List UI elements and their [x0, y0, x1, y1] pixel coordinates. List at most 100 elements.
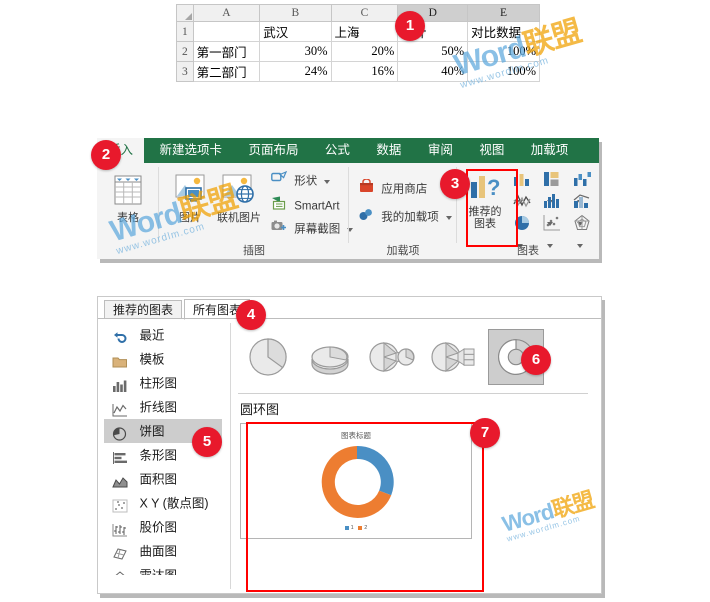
- sidebar-item-label: 条形图: [139, 448, 177, 463]
- shapes-button-label: 形状: [294, 175, 318, 188]
- cell-b1[interactable]: 武汉: [259, 21, 332, 42]
- select-all-corner[interactable]: [176, 4, 194, 22]
- chevron-down-icon[interactable]: [445, 215, 452, 220]
- tab-page-layout[interactable]: 页面布局: [237, 138, 309, 163]
- histogram-chart-icon-cell[interactable]: [543, 192, 571, 226]
- spreadsheet-panel: A B C D E 1 武汉 上海 合计 对比数据 2 第一部门 30% 20%…: [176, 4, 540, 82]
- online-pictures-button[interactable]: 联机图片: [213, 173, 265, 224]
- store-button[interactable]: 应用商店: [359, 178, 427, 200]
- table-row: 1 武汉 上海 合计 对比数据: [176, 21, 540, 42]
- cell-e3[interactable]: 100%: [467, 61, 540, 82]
- table-icon: [105, 173, 151, 210]
- shapes-button[interactable]: 形状: [271, 170, 331, 190]
- doughnut-preview-highlight: [246, 422, 484, 592]
- stock-icon: [112, 521, 128, 537]
- selected-chart-type-name: 圆环图: [240, 402, 280, 417]
- callout-badge-3: 3: [440, 169, 470, 199]
- scatter-chart-icon-cell[interactable]: [543, 214, 571, 248]
- cell-d2[interactable]: 50%: [397, 41, 469, 62]
- tab-formulas[interactable]: 公式: [314, 138, 361, 163]
- pictures-button[interactable]: 图片: [167, 173, 213, 224]
- sidebar-item-label: 柱形图: [139, 376, 177, 391]
- column-header-c[interactable]: C: [330, 4, 399, 22]
- tab-recommended-charts[interactable]: 推荐的图表: [104, 300, 183, 319]
- combo-chart-icon-cell[interactable]: [573, 192, 599, 226]
- cell-b3[interactable]: 24%: [259, 61, 332, 82]
- sidebar-item-radar[interactable]: 雷达图: [104, 563, 222, 575]
- tables-button[interactable]: 表格: [105, 173, 151, 224]
- screenshot-button[interactable]: 屏幕截图: [271, 219, 354, 238]
- my-addins-button[interactable]: 我的加载项: [359, 207, 452, 226]
- bar-chart-icon-cell[interactable]: [543, 170, 571, 204]
- tab-view[interactable]: 视图: [468, 138, 515, 163]
- sidebar-item-surface[interactable]: 曲面图: [104, 539, 222, 563]
- callout-badge-4: 4: [236, 300, 266, 330]
- dialog-tab-separator: [98, 318, 601, 319]
- row-header-3[interactable]: 3: [176, 61, 194, 82]
- cell-e2[interactable]: 100%: [467, 41, 540, 62]
- store-icon: [359, 178, 374, 200]
- cell-a3[interactable]: 第二部门: [192, 61, 261, 82]
- sidebar-item-recent[interactable]: 最近: [104, 323, 222, 347]
- chevron-down-icon[interactable]: [324, 179, 331, 184]
- radar-chart-icon-cell[interactable]: [573, 214, 599, 248]
- table-row: 3 第二部门 24% 16% 40% 100%: [176, 61, 540, 82]
- cell-b2[interactable]: 30%: [259, 41, 332, 62]
- sidebar-item-column[interactable]: 柱形图: [104, 371, 222, 395]
- sidebar-item-label: 饼图: [139, 424, 165, 439]
- pie-icon: [112, 425, 128, 441]
- tab-addins[interactable]: 加载项: [520, 138, 580, 163]
- recommended-charts-highlight: [466, 169, 518, 247]
- sidebar-item-label: 最近: [139, 328, 165, 343]
- sidebar-item-templates[interactable]: 模板: [104, 347, 222, 371]
- dialog-vertical-divider: [230, 323, 231, 589]
- tables-button-label: 表格: [117, 212, 139, 224]
- column-header-b[interactable]: B: [259, 4, 332, 22]
- sidebar-item-label: X Y (散点图): [139, 496, 209, 511]
- smartart-button[interactable]: SmartArt: [271, 196, 340, 215]
- subtype-pie-3d[interactable]: [302, 329, 358, 385]
- tab-new-tab[interactable]: 新建选项卡: [148, 138, 233, 163]
- sidebar-item-area[interactable]: 面积图: [104, 467, 222, 491]
- row-header-1[interactable]: 1: [176, 21, 194, 42]
- callout-badge-5: 5: [192, 427, 222, 457]
- column-header-e[interactable]: E: [467, 4, 540, 22]
- picture-icon: [167, 173, 213, 210]
- ribbon-panel: 插入 新建选项卡 页面布局 公式 数据 审阅 视图 加载项 表格 图片 联机图片…: [97, 138, 602, 263]
- sidebar-item-scatter[interactable]: X Y (散点图): [104, 491, 222, 515]
- cell-c1[interactable]: 上海: [330, 21, 399, 42]
- sidebar-item-label: 雷达图: [139, 569, 177, 575]
- screenshot-button-label: 屏幕截图: [294, 223, 341, 236]
- column-icon: [112, 377, 128, 392]
- tab-review[interactable]: 审阅: [417, 138, 464, 163]
- column-header-row: A B C D E: [176, 4, 540, 22]
- dialog-tab-strip: 推荐的图表 所有图表: [98, 297, 601, 320]
- row-header-2[interactable]: 2: [176, 41, 194, 62]
- spreadsheet-grid[interactable]: A B C D E 1 武汉 上海 合计 对比数据 2 第一部门 30% 20%…: [176, 4, 540, 82]
- recent-icon: [112, 329, 128, 343]
- sidebar-item-stock[interactable]: 股价图: [104, 515, 222, 539]
- tab-data[interactable]: 数据: [365, 138, 412, 163]
- cell-e1[interactable]: 对比数据: [467, 21, 540, 42]
- cell-c2[interactable]: 20%: [330, 41, 399, 62]
- online-picture-icon: [213, 173, 265, 210]
- subtype-pie-of-pie[interactable]: [364, 329, 420, 385]
- my-addins-button-label: 我的加载项: [381, 211, 439, 224]
- ribbon-body: 插入 新建选项卡 页面布局 公式 数据 审阅 视图 加载项 表格 图片 联机图片…: [97, 138, 599, 259]
- smartart-button-label: SmartArt: [294, 200, 340, 213]
- column-header-a[interactable]: A: [192, 4, 261, 22]
- ribbon-tab-strip: 插入 新建选项卡 页面布局 公式 数据 审阅 视图 加载项: [97, 138, 599, 163]
- sidebar-item-label: 股价图: [139, 520, 177, 535]
- cell-c3[interactable]: 16%: [330, 61, 399, 82]
- cell-a2[interactable]: 第一部门: [192, 41, 261, 62]
- callout-badge-1: 1: [395, 11, 425, 41]
- cell-d3[interactable]: 40%: [397, 61, 469, 82]
- sidebar-item-label: 面积图: [139, 472, 177, 487]
- online-pictures-button-label: 联机图片: [217, 212, 261, 224]
- waterfall-chart-icon-cell[interactable]: [573, 170, 599, 204]
- subtype-pie-2d[interactable]: [240, 329, 296, 385]
- cell-a1[interactable]: [192, 21, 261, 42]
- subtype-bar-of-pie[interactable]: [426, 329, 482, 385]
- sidebar-item-line[interactable]: 折线图: [104, 395, 222, 419]
- illustrations-group-label: 插图: [243, 245, 265, 257]
